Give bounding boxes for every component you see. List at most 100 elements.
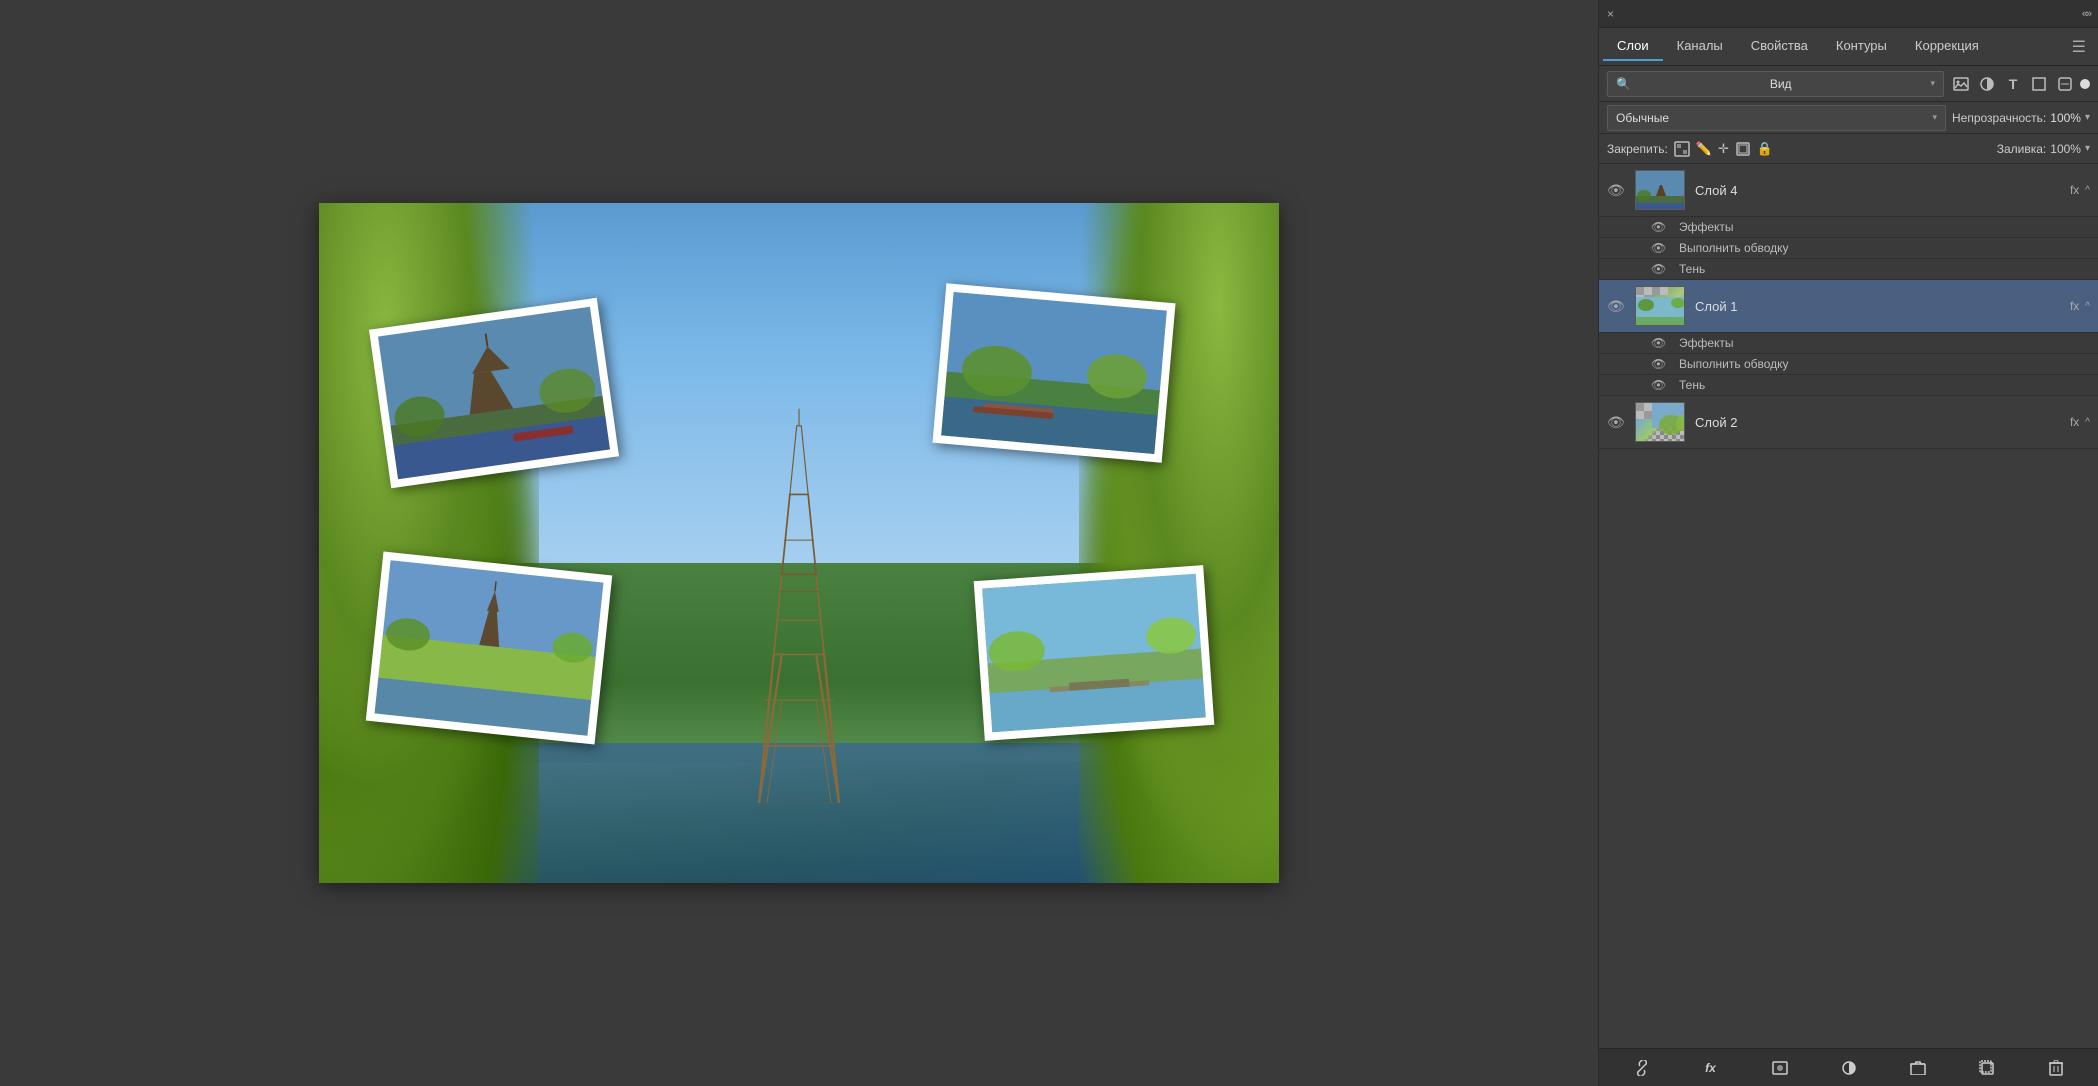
- layer-4-name: Слой 4: [1695, 183, 2070, 198]
- tree-left: [319, 203, 539, 883]
- tab-channels[interactable]: Каналы: [1663, 32, 1737, 61]
- layer-4-shadow-effect: 👁 Тень: [1599, 259, 2098, 280]
- layer-4-stroke-label: Выполнить обводку: [1679, 241, 1789, 255]
- eiffel-tower: [739, 403, 859, 803]
- filter-smart-icon[interactable]: [2054, 73, 2076, 95]
- add-layer-style-button[interactable]: fx: [1697, 1054, 1725, 1082]
- layer-4-expand-icon[interactable]: ^: [2085, 185, 2090, 196]
- layer-1-stroke-effect: 👁 Выполнить обводку: [1599, 354, 2098, 375]
- lock-label: Закрепить:: [1607, 142, 1668, 156]
- canvas-wrapper: [319, 203, 1279, 883]
- layer-4-shadow-visibility[interactable]: 👁: [1651, 262, 1671, 276]
- fill-label: Заливка:: [1997, 142, 2047, 156]
- add-mask-button[interactable]: [1766, 1054, 1794, 1082]
- layer-1-name: Слой 1: [1695, 299, 2070, 314]
- lock-row: Закрепить: ✏️ ✛ 🔒 Заливка: 100% ▾: [1599, 134, 2098, 164]
- fill-value[interactable]: 100%: [2050, 142, 2081, 156]
- layer-item-1[interactable]: 👁: [1599, 280, 2098, 333]
- layer-2-thumbnail: [1635, 402, 1685, 442]
- panel-close-button[interactable]: ×: [1607, 7, 1614, 21]
- lock-image-icon[interactable]: ✏️: [1696, 141, 1712, 157]
- filter-status-dot: [2080, 79, 2090, 89]
- layer-2-expand-icon[interactable]: ^: [2085, 417, 2090, 428]
- layer-4-effects-visibility[interactable]: 👁: [1651, 220, 1671, 234]
- tab-layers[interactable]: Слои: [1603, 32, 1663, 61]
- layer-4-shadow-label: Тень: [1679, 262, 1705, 276]
- search-icon: 🔍: [1616, 77, 1631, 91]
- layer-4-effects-group: 👁 Эффекты: [1599, 217, 2098, 238]
- blend-mode-select[interactable]: Обычные ▾: [1607, 105, 1946, 131]
- tab-paths[interactable]: Контуры: [1822, 32, 1901, 61]
- canvas-background: [319, 203, 1279, 883]
- layer-4-fx-label: fx: [2070, 183, 2079, 197]
- tab-properties[interactable]: Свойства: [1737, 32, 1822, 61]
- layer-4-effects-label: Эффекты: [1679, 220, 1734, 234]
- lock-icons: ✏️ ✛ 🔒: [1674, 140, 1773, 157]
- opacity-control: Непрозрачность: 100% ▾: [1952, 111, 2090, 125]
- lock-move-icon[interactable]: ✛: [1718, 141, 1729, 157]
- photo-card-top-left: [369, 298, 619, 488]
- filter-text-icon[interactable]: T: [2002, 73, 2024, 95]
- layer-4-visibility-icon[interactable]: 👁: [1607, 182, 1627, 199]
- layer-4-stroke-visibility[interactable]: 👁: [1651, 241, 1671, 255]
- photo-card-bottom-right: [974, 565, 1215, 741]
- layer-1-shadow-visibility[interactable]: 👁: [1651, 378, 1671, 392]
- tab-corrections[interactable]: Коррекция: [1901, 32, 1993, 61]
- fill-control: Заливка: 100% ▾: [1997, 142, 2090, 156]
- filter-adjustment-icon[interactable]: [1976, 73, 1998, 95]
- layers-panel-content: 🔍 Вид ▾ T: [1599, 66, 2098, 1086]
- panel-menu-icon[interactable]: ☰: [2064, 37, 2094, 57]
- photo-card-bottom-left: [366, 551, 613, 744]
- photo-inner-bottom-right: [982, 574, 1206, 733]
- panel-tabs: Слои Каналы Свойства Контуры Коррекция ☰: [1599, 28, 2098, 66]
- filter-shape-icon[interactable]: [2028, 73, 2050, 95]
- panels-area: × «» Слои Каналы Свойства Контуры Коррек…: [1598, 0, 2098, 1086]
- layer-item-2[interactable]: 👁 Слой 2 fx: [1599, 396, 2098, 449]
- photo-inner-bottom-left: [375, 560, 604, 736]
- filter-label: Вид: [1770, 77, 1792, 91]
- opacity-chevron-icon: ▾: [2085, 112, 2090, 123]
- layer-2-visibility-icon[interactable]: 👁: [1607, 414, 1627, 431]
- new-group-button[interactable]: [1904, 1054, 1932, 1082]
- fill-chevron-icon: ▾: [2085, 143, 2090, 154]
- blend-chevron-icon: ▾: [1932, 112, 1937, 123]
- layer-1-stroke-visibility[interactable]: 👁: [1651, 357, 1671, 371]
- lock-transparent-icon[interactable]: [1674, 140, 1690, 157]
- layer-1-stroke-label: Выполнить обводку: [1679, 357, 1789, 371]
- layer-4-stroke-effect: 👁 Выполнить обводку: [1599, 238, 2098, 259]
- layer-1-effects-label: Эффекты: [1679, 336, 1734, 350]
- link-layers-button[interactable]: [1628, 1054, 1656, 1082]
- layer-1-effects-visibility[interactable]: 👁: [1651, 336, 1671, 350]
- opacity-value[interactable]: 100%: [2050, 111, 2081, 125]
- layer-item-4[interactable]: 👁 Слой 4 fx ^: [1599, 164, 2098, 217]
- filter-chevron-icon: ▾: [1930, 78, 1935, 89]
- new-layer-button[interactable]: [1973, 1054, 2001, 1082]
- filter-select[interactable]: 🔍 Вид ▾: [1607, 71, 1944, 97]
- layer-1-fx-label: fx: [2070, 299, 2079, 313]
- delete-layer-button[interactable]: [2042, 1054, 2070, 1082]
- blend-mode-label: Обычные: [1616, 111, 1669, 125]
- layer-2-name: Слой 2: [1695, 415, 2070, 430]
- layer-1-shadow-label: Тень: [1679, 378, 1705, 392]
- filter-image-icon[interactable]: [1950, 73, 1972, 95]
- filter-row: 🔍 Вид ▾ T: [1599, 66, 2098, 102]
- layer-1-effects-group: 👁 Эффекты: [1599, 333, 2098, 354]
- filter-icons: T: [1950, 73, 2090, 95]
- opacity-label: Непрозрачность:: [1952, 111, 2046, 125]
- layer-1-visibility-icon[interactable]: 👁: [1607, 298, 1627, 315]
- photo-inner-top-left: [378, 307, 610, 479]
- layer-1-expand-icon[interactable]: ^: [2085, 301, 2090, 312]
- layer-1-shadow-effect: 👁 Тень: [1599, 375, 2098, 396]
- layer-2-fx-label: fx: [2070, 415, 2079, 429]
- blend-opacity-row: Обычные ▾ Непрозрачность: 100% ▾: [1599, 102, 2098, 134]
- new-adjustment-button[interactable]: [1835, 1054, 1863, 1082]
- layer-list: 👁 Слой 4 fx ^ 👁 Эффекты: [1599, 164, 2098, 1048]
- photo-card-top-right: [932, 283, 1175, 462]
- layer-toolbar: fx: [1599, 1048, 2098, 1086]
- panel-topbar: × «»: [1599, 0, 2098, 28]
- panel-collapse-button[interactable]: «»: [2082, 8, 2090, 20]
- lock-artboard-icon[interactable]: [1735, 140, 1751, 157]
- canvas-area: [0, 0, 1598, 1086]
- layer-4-thumbnail: [1635, 170, 1685, 210]
- lock-all-icon[interactable]: 🔒: [1757, 141, 1773, 157]
